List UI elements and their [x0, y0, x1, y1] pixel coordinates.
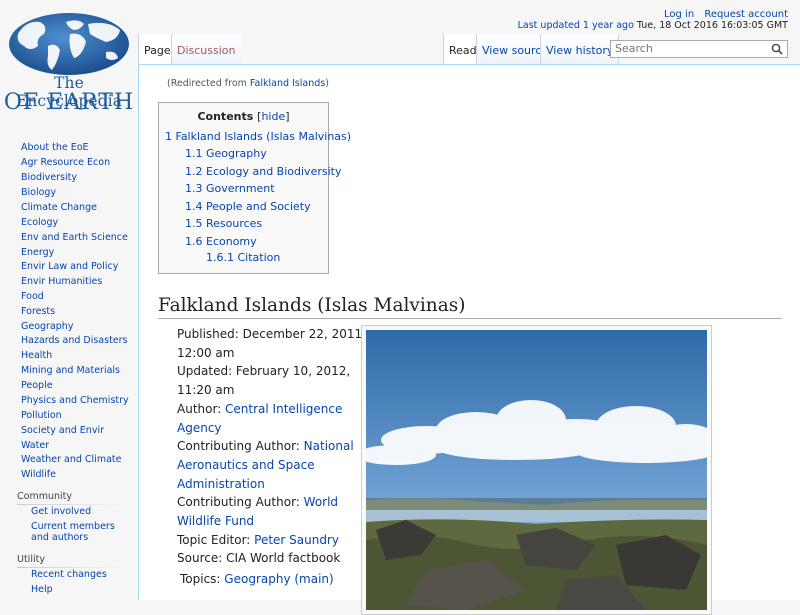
community-divider — [17, 504, 127, 505]
sidebar-item[interactable]: Biology — [21, 187, 56, 198]
redirect-suffix: ) — [325, 78, 329, 89]
sidebar-item[interactable]: Climate Change — [21, 202, 97, 213]
sidebar-item[interactable]: Biodiversity — [21, 172, 77, 183]
login-link[interactable]: Log in — [664, 9, 694, 20]
personal-tools: Log in Request account — [657, 9, 788, 20]
article-metadata: Published: December 22, 2011, 12:00 am U… — [177, 325, 367, 589]
toc-hide-toggle[interactable]: [hide] — [257, 110, 289, 123]
sidebar-item[interactable]: Envir Law and Policy — [21, 261, 118, 272]
toc-item[interactable]: 1.5 Resources — [185, 217, 262, 230]
sidebar-item[interactable]: Society and Envir — [21, 425, 104, 436]
toc-item[interactable]: 1.3 Government — [185, 182, 275, 195]
sidebar-item[interactable]: Ecology — [21, 217, 58, 228]
contributing-author-line: Contributing Author: National Aeronautic… — [177, 437, 367, 493]
search-input[interactable] — [615, 42, 765, 55]
updated-date: Updated: February 10, 2012, 11:20 am — [177, 364, 351, 398]
toc-hide-link[interactable]: hide — [261, 110, 285, 123]
sidebar-item[interactable]: Geography — [21, 321, 73, 332]
contributing-author-label: Contributing Author: — [177, 439, 304, 454]
logo-text-line2: OF EARTH — [3, 90, 135, 115]
sidebar-item[interactable]: Food — [21, 291, 44, 302]
table-of-contents: Contents [hide] 1 Falkland Islands (Isla… — [158, 102, 351, 274]
magnifier-icon[interactable] — [771, 43, 783, 55]
landscape-photo — [366, 330, 707, 610]
topics-line: Topics: Geography (main) — [180, 570, 367, 589]
redirect-notice: (Redirected from Falkland Islands) — [167, 78, 329, 89]
sidebar-item[interactable]: Pollution — [21, 410, 62, 421]
sidebar-item[interactable]: Weather and Climate — [21, 454, 121, 465]
toc-item[interactable]: 1.2 Ecology and Biodiversity — [185, 165, 341, 178]
last-updated-date: Tue, 18 Oct 2016 16:03:05 GMT — [636, 20, 788, 31]
topics-link[interactable]: Geography (main) — [224, 572, 333, 586]
sidebar-item-get-involved[interactable]: Get involved — [31, 506, 131, 518]
utility-heading: Utility — [17, 554, 45, 565]
tab-page[interactable]: Page — [138, 34, 176, 64]
sidebar-item[interactable]: Hazards and Disasters — [21, 335, 128, 346]
toc-item[interactable]: 1.6 Economy — [185, 235, 257, 248]
sidebar-item[interactable]: Mining and Materials — [21, 365, 120, 376]
site-logo[interactable]: The Encyclopedia OF EARTH — [0, 0, 138, 118]
sidebar-item-recent-changes[interactable]: Recent changes — [31, 569, 131, 581]
author-label: Author: — [177, 401, 226, 416]
contributing-author-label: Contributing Author: — [177, 495, 304, 510]
redirect-link[interactable]: Falkland Islands — [250, 78, 325, 89]
author-line: Author: Central Intelligence Agency — [177, 400, 367, 437]
topic-editor-link[interactable]: Peter Saundry — [254, 533, 339, 547]
search-box[interactable] — [610, 40, 788, 58]
request-account-link[interactable]: Request account — [704, 9, 788, 20]
published-date: Published: December 22, 2011, 12:00 am — [177, 327, 366, 360]
topic-editor-line: Topic Editor: Peter Saundry — [177, 531, 367, 550]
sidebar-item[interactable]: Energy — [21, 247, 54, 258]
sidebar-item[interactable]: Health — [21, 350, 52, 361]
page-title: Falkland Islands (Islas Malvinas) — [158, 295, 782, 319]
last-updated-link[interactable]: Last updated 1 year ago — [518, 20, 634, 31]
content-area: (Redirected from Falkland Islands) Conte… — [138, 64, 800, 615]
topics-label: Topics: — [180, 572, 225, 587]
toc-item[interactable]: 1.1 Geography — [185, 147, 267, 160]
sidebar-item[interactable]: About the EoE — [21, 142, 89, 153]
sidebar-item[interactable]: Forests — [21, 306, 55, 317]
sidebar-item[interactable]: Env and Earth Science — [21, 232, 128, 243]
toc-title: Contents [hide] — [159, 110, 328, 123]
sidebar-item[interactable]: Wildlife — [21, 469, 56, 480]
article-image[interactable] — [361, 325, 712, 615]
tab-discussion[interactable]: Discussion — [171, 34, 241, 64]
sidebar-item-help[interactable]: Help — [31, 584, 131, 596]
globe-logo-icon — [9, 13, 129, 75]
sidebar-item[interactable]: Physics and Chemistry — [21, 395, 129, 406]
sidebar-item-current-members[interactable]: Current members and authors — [31, 521, 131, 543]
contributing-author-line: Contributing Author: World Wildlife Fund — [177, 493, 367, 530]
toc-item[interactable]: 1.4 People and Society — [185, 200, 311, 213]
utility-divider — [17, 567, 127, 568]
tab-view-history[interactable]: View history — [540, 34, 620, 64]
toc-item[interactable]: 1 Falkland Islands (Islas Malvinas) — [165, 130, 351, 143]
community-heading: Community — [17, 491, 72, 502]
toc-item[interactable]: 1.6.1 Citation — [206, 251, 280, 264]
toc-title-text: Contents — [197, 110, 254, 123]
sidebar-item[interactable]: Envir Humanities — [21, 276, 102, 287]
sidebar-item[interactable]: Water — [21, 440, 49, 451]
sidebar-item[interactable]: Agr Resource Econ — [21, 157, 110, 168]
topic-editor-label: Topic Editor: — [177, 532, 255, 547]
sidebar-item[interactable]: People — [21, 380, 53, 391]
last-updated: Last updated 1 year ago Tue, 18 Oct 2016… — [518, 20, 788, 31]
source-line: Source: CIA World factbook — [177, 551, 341, 566]
redirect-prefix: (Redirected from — [167, 78, 250, 89]
